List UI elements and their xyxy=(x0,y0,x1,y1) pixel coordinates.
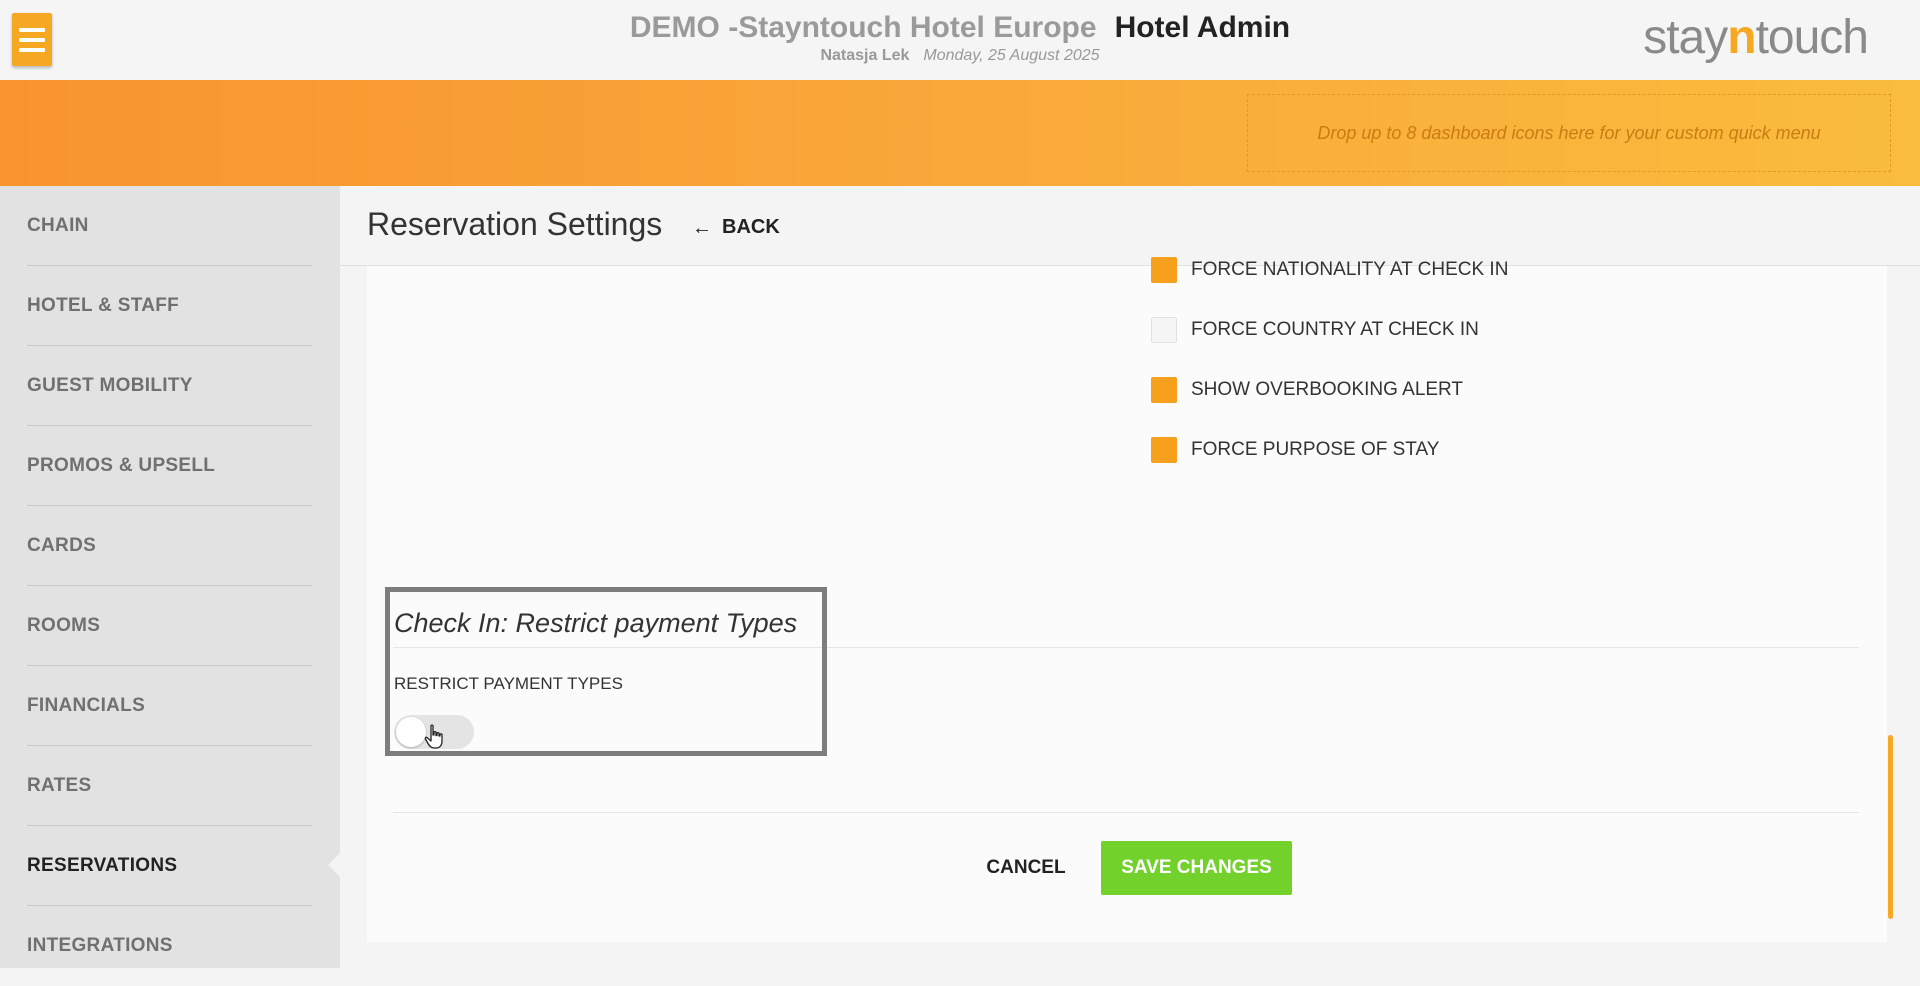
sidebar-item-hotel-staff[interactable]: HOTEL & STAFF xyxy=(27,266,312,346)
cancel-button[interactable]: CANCEL xyxy=(971,842,1081,894)
top-header: DEMO -Stayntouch Hotel Europe Hotel Admin… xyxy=(0,0,1920,80)
page-title: Reservation Settings xyxy=(367,206,663,242)
arrow-left-icon: ← xyxy=(692,216,712,239)
sidebar-item-chain[interactable]: CHAIN xyxy=(27,186,312,266)
sidebar-item-cards[interactable]: CARDS xyxy=(27,506,312,586)
header-title: DEMO -Stayntouch Hotel Europe Hotel Admin xyxy=(0,10,1920,46)
checkbox[interactable] xyxy=(1151,317,1177,343)
active-item-indicator xyxy=(328,852,341,878)
sidebar-item-guest-mobility[interactable]: GUEST MOBILITY xyxy=(27,346,312,426)
option-label: FORCE COUNTRY AT CHECK IN xyxy=(1191,319,1479,340)
back-label: BACK xyxy=(722,216,780,238)
divider xyxy=(393,812,1859,813)
option-force-purpose-of-stay[interactable]: FORCE PURPOSE OF STAY xyxy=(1151,436,1439,464)
scrollbar[interactable] xyxy=(1888,735,1893,919)
quick-menu-dropzone[interactable]: Drop up to 8 dashboard icons here for yo… xyxy=(1247,94,1891,172)
option-force-country[interactable]: FORCE COUNTRY AT CHECK IN xyxy=(1151,316,1479,344)
save-changes-button[interactable]: SAVE CHANGES xyxy=(1101,841,1292,895)
option-label: SHOW OVERBOOKING ALERT xyxy=(1191,379,1464,400)
settings-panel: FORCE NATIONALITY AT CHECK IN FORCE COUN… xyxy=(367,257,1887,942)
stayntouch-logo: stayntouch xyxy=(1643,11,1869,64)
current-date: Monday, 25 August 2025 xyxy=(923,47,1100,64)
back-button[interactable]: ← BACK xyxy=(692,216,780,239)
sidebar-item-integrations[interactable]: INTEGRATIONS xyxy=(27,906,312,986)
sidebar-item-promos-upsell[interactable]: PROMOS & UPSELL xyxy=(27,426,312,506)
quick-menu-bar: Drop up to 8 dashboard icons here for yo… xyxy=(0,80,1920,186)
option-label: FORCE NATIONALITY AT CHECK IN xyxy=(1191,259,1509,280)
user-name: Natasja Lek xyxy=(820,47,910,64)
header-subtitle: Natasja Lek Monday, 25 August 2025 xyxy=(0,46,1920,66)
sidebar: CHAIN HOTEL & STAFF GUEST MOBILITY PROMO… xyxy=(0,186,340,968)
page-header: Reservation Settings ← BACK xyxy=(340,186,1920,266)
option-overbooking-alert[interactable]: SHOW OVERBOOKING ALERT xyxy=(1151,376,1463,404)
hotel-name: DEMO -Stayntouch Hotel Europe xyxy=(629,11,1097,44)
sidebar-item-rates[interactable]: RATES xyxy=(27,746,312,826)
header-info: DEMO -Stayntouch Hotel Europe Hotel Admin… xyxy=(0,10,1920,66)
checkbox[interactable] xyxy=(1151,257,1177,283)
option-label: FORCE PURPOSE OF STAY xyxy=(1191,439,1440,460)
sidebar-item-rooms[interactable]: ROOMS xyxy=(27,586,312,666)
option-force-nationality[interactable]: FORCE NATIONALITY AT CHECK IN xyxy=(1151,256,1508,284)
checkbox[interactable] xyxy=(1151,437,1177,463)
highlight-box xyxy=(385,587,827,756)
dropzone-text: Drop up to 8 dashboard icons here for yo… xyxy=(1317,122,1821,143)
sidebar-item-financials[interactable]: FINANCIALS xyxy=(27,666,312,746)
sidebar-item-reservations[interactable]: RESERVATIONS xyxy=(27,826,312,906)
app-name: Hotel Admin xyxy=(1114,11,1291,44)
checkbox[interactable] xyxy=(1151,377,1177,403)
